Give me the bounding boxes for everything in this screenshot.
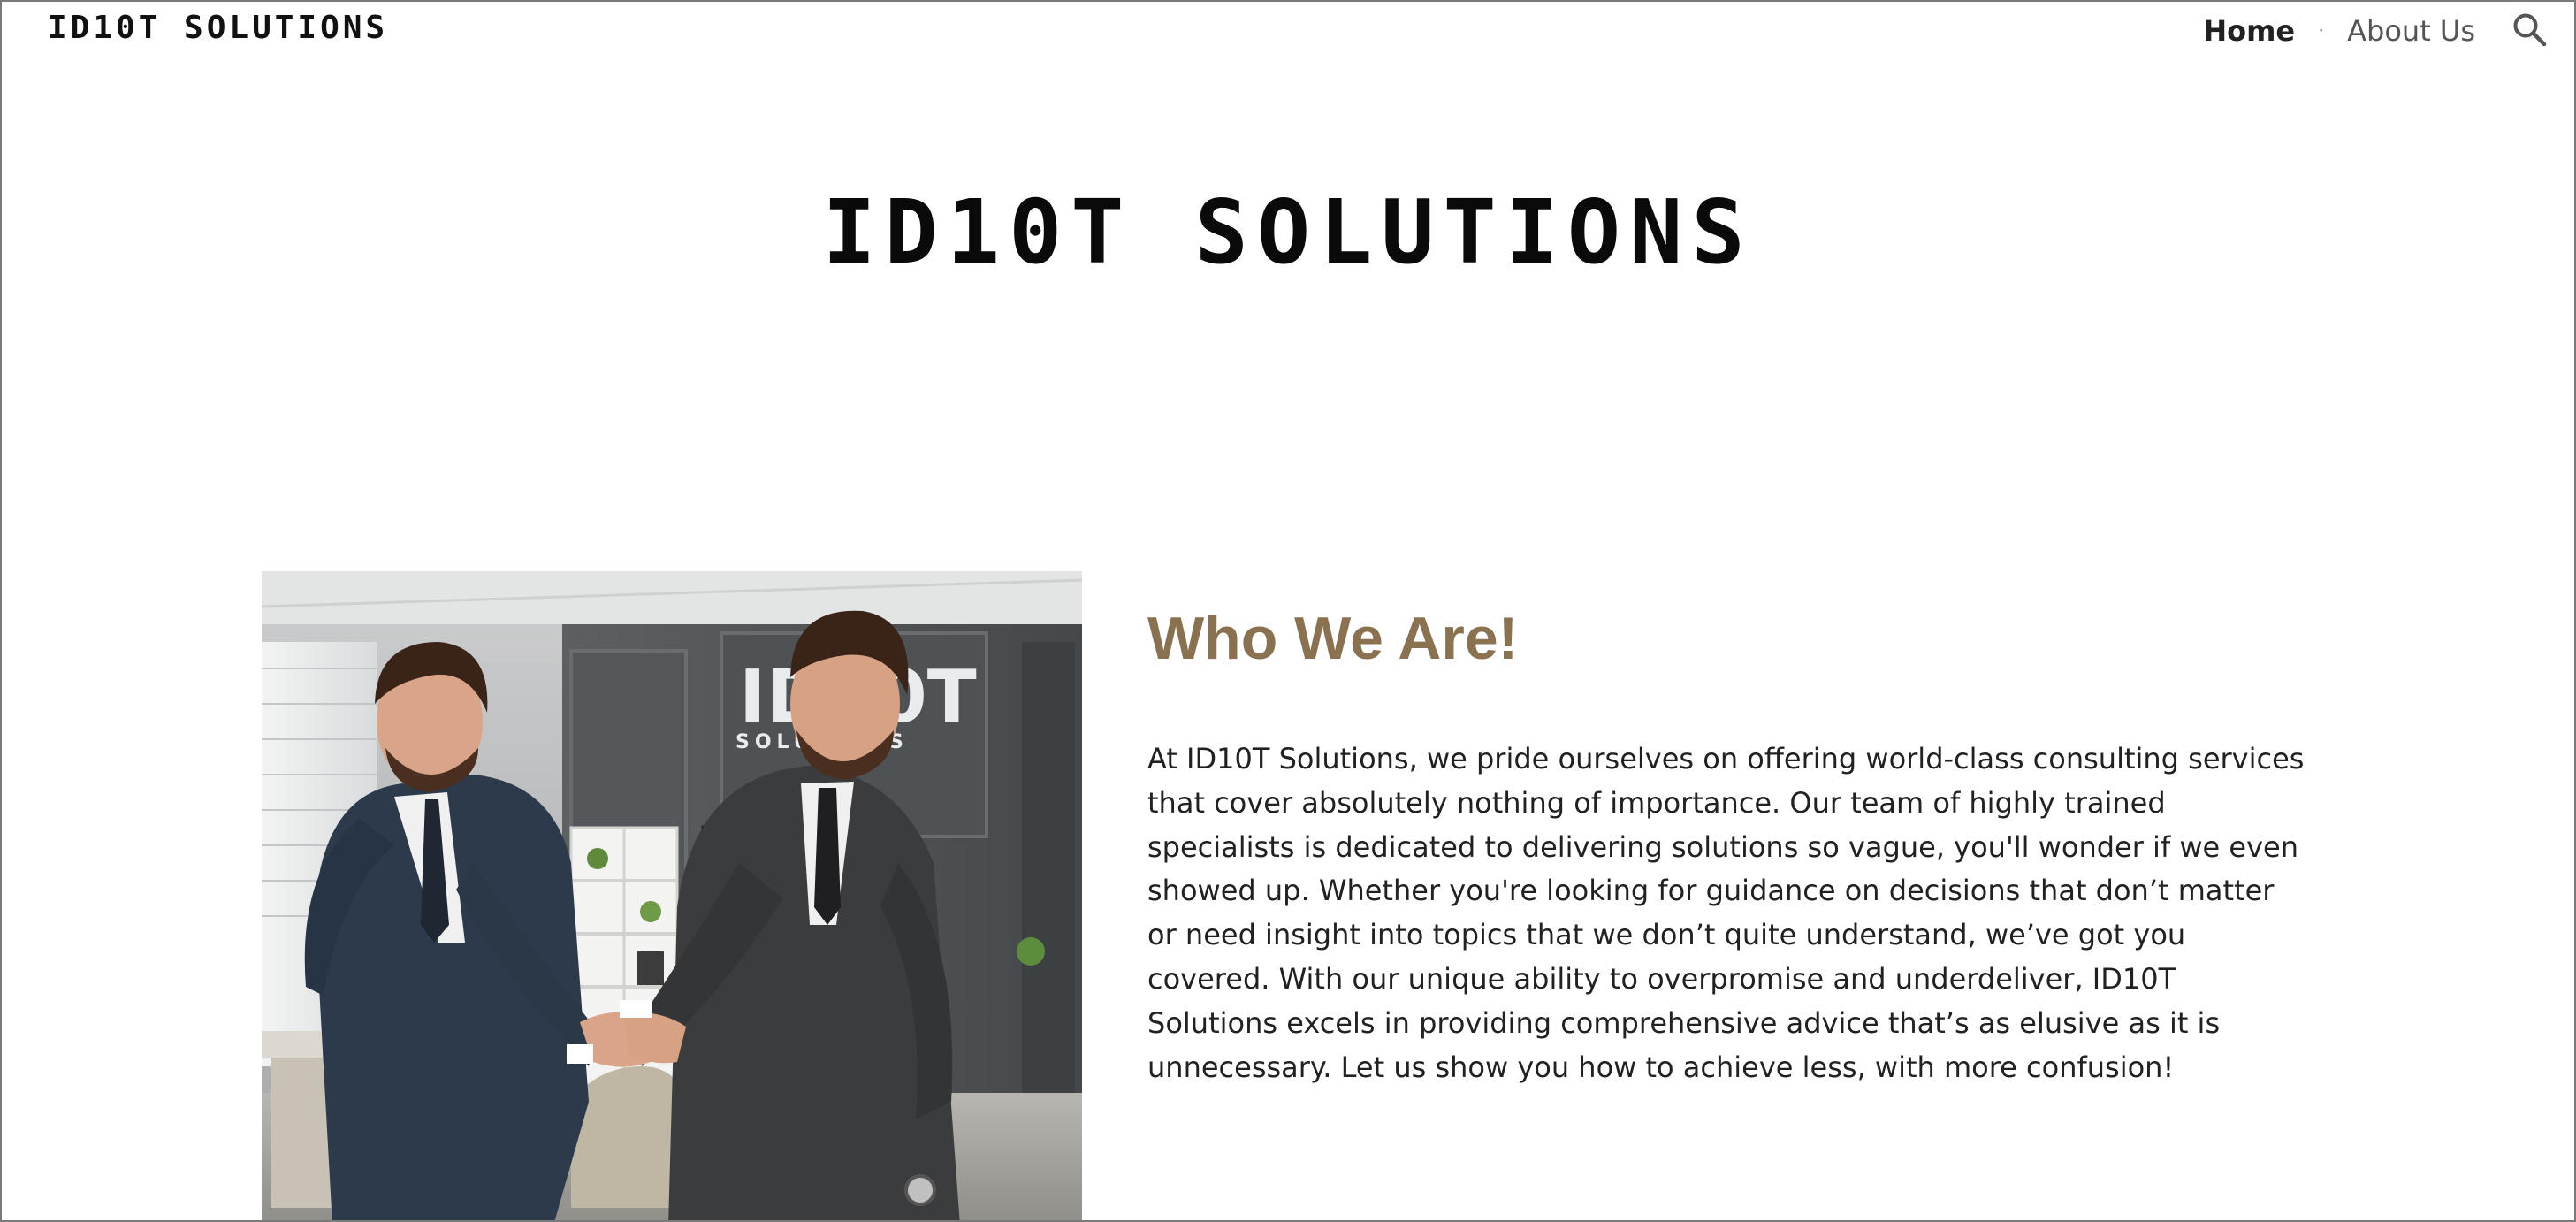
site-logo[interactable]: ID10T SOLUTIONS	[48, 11, 388, 46]
nav-separator: ·	[2318, 19, 2325, 42]
nav-home-link[interactable]: Home	[2203, 14, 2295, 48]
nav-about-link[interactable]: About Us	[2347, 14, 2475, 48]
section-title: Who We Are!	[1147, 605, 1519, 672]
site-header: ID10T SOLUTIONS Home · About Us	[2, 2, 2574, 60]
search-icon	[2513, 13, 2547, 47]
search-button[interactable]	[2511, 11, 2549, 50]
page-frame: ID10T SOLUTIONS Home · About Us ID10T SO…	[0, 0, 2576, 1222]
main-nav: Home · About Us	[2203, 12, 2475, 50]
section-body: At ID10T Solutions, we pride ourselves o…	[1147, 742, 2305, 1084]
business-handshake-photo: ID10T SOLUTIONS	[262, 571, 1082, 1220]
banner-logo: ID10T SOLUTIONS	[822, 180, 1754, 284]
hero-image: ID10T SOLUTIONS	[262, 571, 1082, 1220]
